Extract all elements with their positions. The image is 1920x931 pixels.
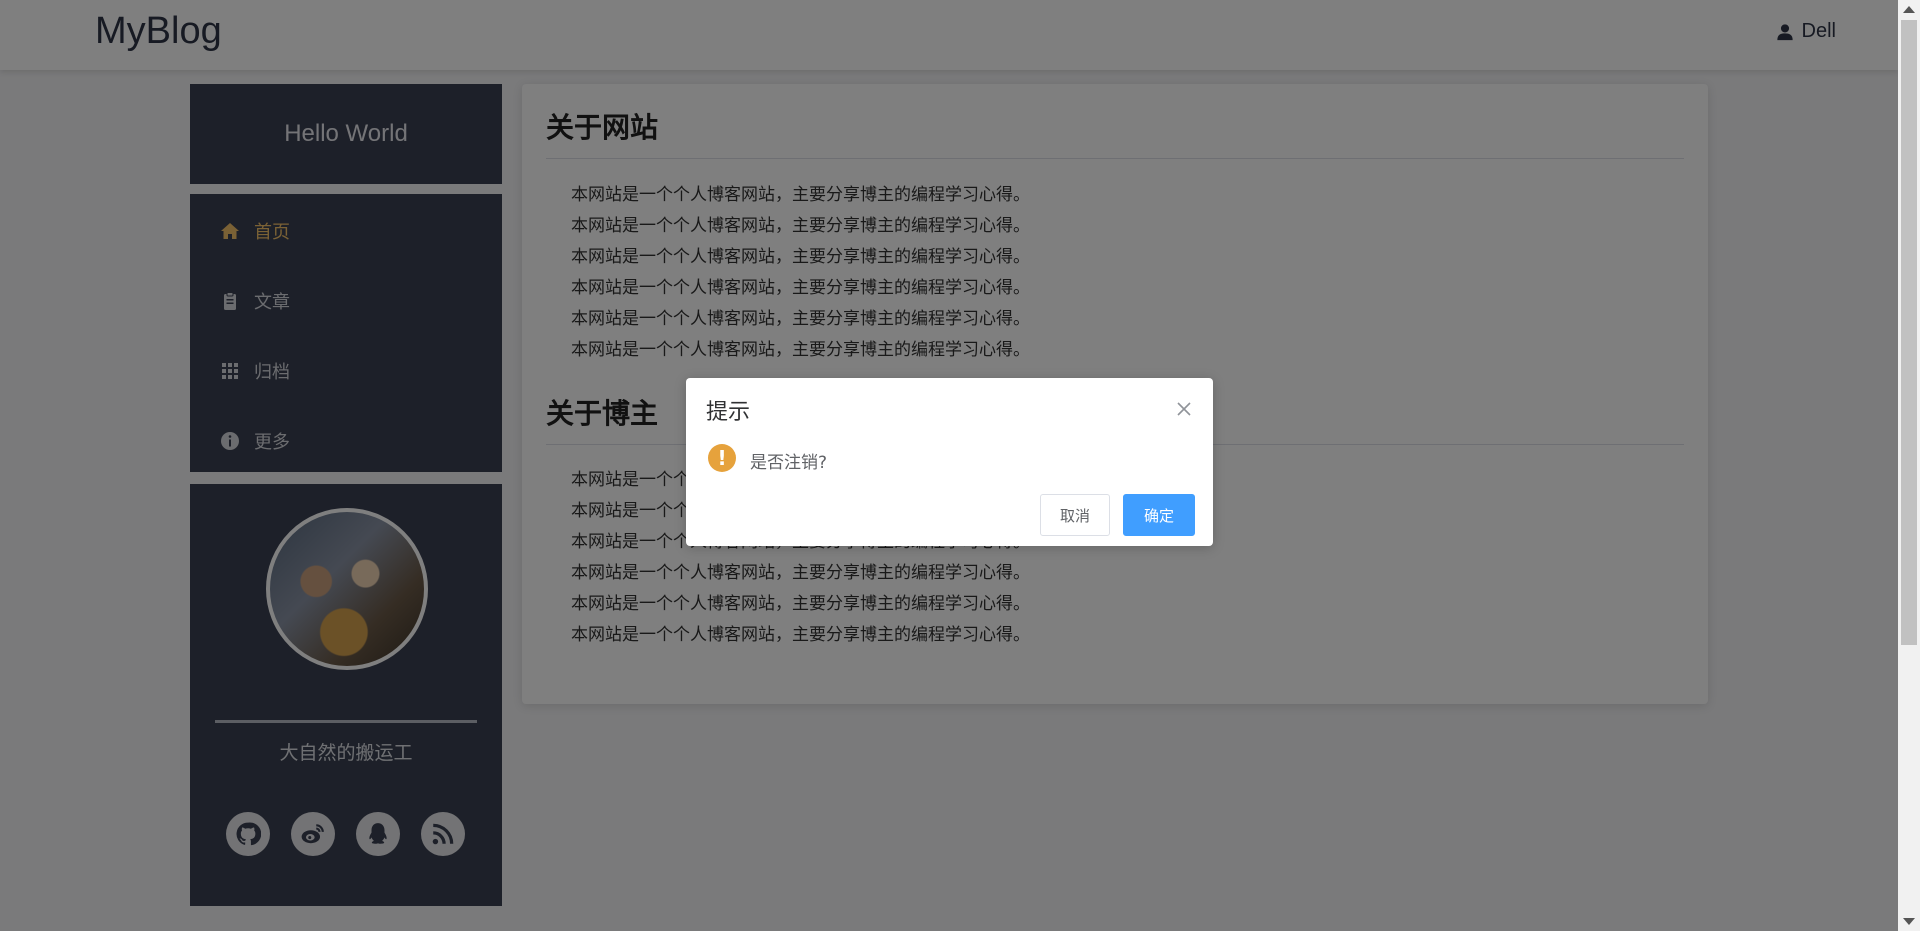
scroll-up-icon[interactable]: [1903, 6, 1915, 13]
scroll-thumb[interactable]: [1901, 20, 1917, 645]
confirm-button[interactable]: 确定: [1123, 494, 1195, 536]
vertical-scrollbar[interactable]: [1898, 0, 1920, 931]
confirm-dialog: 提示 ! 是否注销? 取消 确定: [686, 378, 1213, 546]
cancel-button[interactable]: 取消: [1040, 494, 1110, 536]
close-icon[interactable]: [1175, 400, 1193, 418]
scroll-down-icon[interactable]: [1903, 918, 1915, 925]
dialog-message: 是否注销?: [750, 453, 828, 473]
warning-icon: !: [708, 444, 736, 472]
dialog-title: 提示: [706, 400, 751, 425]
